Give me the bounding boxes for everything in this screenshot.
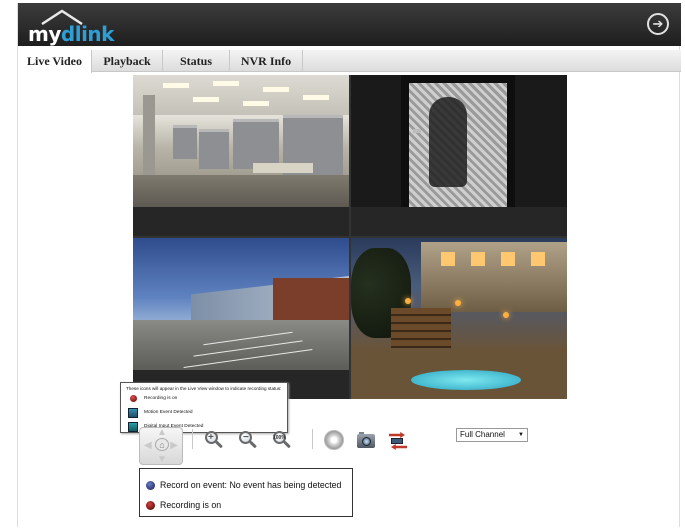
recording-dot-icon <box>146 501 155 510</box>
channel-layout-select[interactable]: Full Channel ▼ <box>456 428 528 442</box>
camera-status-bar <box>351 207 567 236</box>
event-status-text: Record on event: No event has being dete… <box>160 480 342 490</box>
legend-item: Motion Event Detected <box>126 407 282 419</box>
digital-input-event-icon <box>128 422 138 432</box>
logo-dlink-text: dlink <box>60 22 115 46</box>
camera-feed-patio <box>351 238 567 399</box>
recording-status-text: Recording is on <box>160 500 222 510</box>
tab-status[interactable]: Status <box>163 50 229 72</box>
tab-playback[interactable]: Playback <box>92 50 162 72</box>
tab-divider <box>302 50 303 72</box>
legend-item-label: Recording is on <box>144 396 178 401</box>
snapshot-button[interactable] <box>354 429 378 451</box>
switch-layout-button[interactable] <box>386 429 410 451</box>
recording-status-panel: Record on event: No event has being dete… <box>139 468 353 517</box>
tab-live-video[interactable]: Live Video <box>18 50 92 73</box>
tilt-up-icon[interactable]: ▲ <box>157 427 167 438</box>
legend-item-label: Motion Event Detected <box>144 410 193 415</box>
camera-feed-door <box>351 75 567 207</box>
ptz-control-pad[interactable]: ◀ ▶ ▲ ▼ ⌂ <box>139 427 183 465</box>
swap-arrows-icon <box>391 438 403 444</box>
camera-feed-warehouse <box>133 238 349 370</box>
chevron-down-icon: ▼ <box>518 432 524 438</box>
logo-my-text: my <box>28 22 61 46</box>
toolbar-divider <box>312 429 313 449</box>
tilt-down-icon[interactable]: ▼ <box>157 454 167 465</box>
tab-nvr-info[interactable]: NVR Info <box>230 50 302 72</box>
legend-title: These icons will appear in the Live View… <box>126 386 282 391</box>
recording-status-legend: These icons will appear in the Live View… <box>120 382 288 433</box>
camera-view-4[interactable] <box>351 238 567 399</box>
zoom-out-button[interactable]: − <box>236 429 260 451</box>
event-status-icon <box>146 481 155 490</box>
motion-event-icon <box>128 408 138 418</box>
camera-view-1[interactable] <box>133 75 349 236</box>
header-bar: mydlink ➔ <box>18 3 681 46</box>
camera-view-2[interactable] <box>351 75 567 236</box>
camera-feed-office <box>133 75 349 207</box>
tab-bar: Live Video Playback Status NVR Info <box>18 50 681 73</box>
legend-item: Recording is on <box>126 393 282 405</box>
pan-right-icon[interactable]: ▶ <box>170 440 178 451</box>
zoom-100-button[interactable]: 100% <box>270 429 294 451</box>
record-button[interactable] <box>322 429 346 451</box>
arrow-left-circle-icon: ➔ <box>652 16 664 31</box>
back-button[interactable]: ➔ <box>647 13 669 35</box>
live-video-grid <box>133 75 567 399</box>
pan-left-icon[interactable]: ◀ <box>144 440 152 451</box>
camera-view-3[interactable] <box>133 238 349 399</box>
channel-select-value: Full Channel <box>460 430 505 439</box>
mydlink-app: mydlink ➔ Live Video Playback Status NVR… <box>17 3 681 527</box>
zoom-in-button[interactable]: + <box>202 429 226 451</box>
recording-dot-icon <box>130 395 137 402</box>
toolbar-divider <box>192 429 193 449</box>
camera-status-bar <box>133 207 349 236</box>
ptz-home-icon[interactable]: ⌂ <box>155 438 169 451</box>
record-icon <box>324 430 344 450</box>
mydlink-logo: mydlink <box>28 9 114 46</box>
